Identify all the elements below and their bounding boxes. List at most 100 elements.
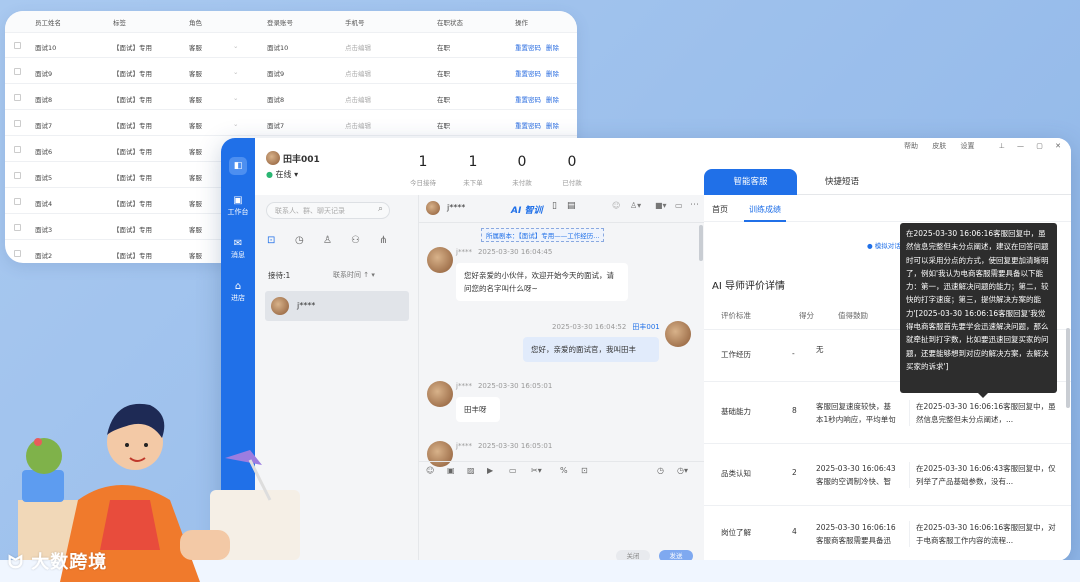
emoji-head-icon[interactable]: ☺	[612, 201, 620, 210]
ai-train-label[interactable]: AI 智训	[511, 203, 542, 216]
row-checkbox[interactable]	[14, 42, 21, 49]
contact-item[interactable]: j****	[265, 291, 409, 321]
rail-item-store[interactable]: ⌂ 进店	[221, 281, 255, 303]
employee-name: 面试2	[35, 252, 53, 260]
org-filter-icon[interactable]: ⋔	[379, 235, 387, 246]
employee-phone[interactable]: 点击编辑	[345, 68, 371, 78]
row-checkbox[interactable]	[14, 68, 21, 75]
row-checkbox[interactable]	[14, 198, 21, 205]
delete-link[interactable]: 删除	[546, 94, 559, 104]
video-send-icon[interactable]: ▶	[487, 466, 493, 475]
eye-left	[125, 443, 129, 447]
reset-password-link[interactable]: 重置密码	[515, 68, 541, 78]
employee-tag: 【面试】专用	[113, 122, 152, 130]
eval-comment[interactable]: 在2025-03-30 16:06:16客服回复中，对于电商客服工作内容的流程.…	[909, 521, 1059, 547]
message-time: 2025-03-30 16:05:01	[477, 382, 553, 390]
employee-tag: 【面试】专用	[113, 148, 152, 156]
app-logo-icon[interactable]: ◧	[229, 157, 247, 175]
message-avatar	[665, 321, 691, 347]
export-icon[interactable]: ⊡	[581, 466, 588, 475]
row-checkbox[interactable]	[14, 224, 21, 231]
eval-comment[interactable]: 在2025-03-30 16:06:43客服回复中，仅列举了产品基础参数，没有.…	[909, 462, 1059, 488]
eval-praise: 无	[816, 345, 824, 354]
transfer-icon[interactable]: ♙▾	[630, 201, 641, 210]
subtab-home[interactable]: 首页	[712, 204, 728, 215]
history-filter-icon[interactable]: ◷	[295, 235, 304, 246]
message-sender: 田丰001	[632, 323, 660, 331]
employee-tag: 【面试】专用	[113, 70, 152, 78]
employee-account: 面试10	[267, 44, 289, 52]
user-filter-icon[interactable]: ♙	[323, 235, 332, 246]
close-window-icon[interactable]: ✕	[1055, 142, 1061, 150]
emoji-icon[interactable]: ☺	[426, 466, 434, 475]
text-icon[interactable]: ▣	[447, 466, 455, 475]
minimize-icon[interactable]: —	[1017, 142, 1024, 150]
employee-account: 面试7	[267, 122, 285, 130]
search-icon[interactable]: ⌕	[378, 204, 383, 214]
chat-filter-icon[interactable]: ⊡	[267, 235, 275, 246]
section-title: AI 导师评价详情	[712, 281, 785, 292]
rail-item-workbench[interactable]: ▣ 工作台	[221, 195, 255, 217]
sort-dropdown[interactable]: 联系时间 ↑ ▾	[333, 270, 375, 280]
right-scrollbar[interactable]	[1066, 328, 1070, 408]
help-link[interactable]: 帮助	[904, 142, 918, 150]
brand-logo-icon: ᗢ	[8, 552, 24, 573]
employee-tag: 【面试】专用	[113, 226, 152, 234]
row-checkbox[interactable]	[14, 146, 21, 153]
note-icon[interactable]: ▯	[552, 201, 557, 211]
agent-status[interactable]: ● 在线 ▾	[266, 169, 298, 180]
eval-praise: 2025-03-30 16:06:16客服商客服需要具备迅速处	[816, 523, 896, 545]
row-checkbox[interactable]	[14, 250, 21, 257]
rail-item-message[interactable]: ✉ 消息	[221, 238, 255, 260]
row-checkbox[interactable]	[14, 120, 21, 127]
search-input[interactable]: 联系人、群、聊天记录 ⌕	[266, 202, 390, 219]
role-dropdown-icon[interactable]: ⌄	[233, 94, 238, 102]
delete-link[interactable]: 删除	[546, 68, 559, 78]
folder-icon[interactable]: ▭	[509, 466, 517, 475]
row-checkbox[interactable]	[14, 172, 21, 179]
role-dropdown-icon[interactable]: ⌄	[233, 120, 238, 128]
role-dropdown-icon[interactable]: ⌄	[233, 42, 238, 50]
peer-name: j****	[447, 203, 466, 212]
employee-phone[interactable]: 点击编辑	[345, 120, 371, 130]
reset-password-link[interactable]: 重置密码	[515, 42, 541, 52]
employee-phone[interactable]: 点击编辑	[345, 94, 371, 104]
message-sender: j****	[456, 382, 472, 390]
group-filter-icon[interactable]: ⚇	[351, 235, 360, 246]
call-icon[interactable]: ▭	[675, 201, 683, 210]
row-checkbox[interactable]	[14, 94, 21, 101]
schedule-icon[interactable]: ◷▾	[677, 466, 688, 475]
more-icon[interactable]: ⋯	[690, 200, 699, 210]
chat-scrollbar[interactable]	[699, 225, 703, 261]
role-dropdown-icon[interactable]: ⌄	[233, 68, 238, 76]
video-icon[interactable]: ■▾	[655, 201, 667, 210]
clock-icon[interactable]: ◷	[657, 466, 664, 475]
skin-link[interactable]: 皮肤	[932, 142, 946, 150]
reset-password-link[interactable]: 重置密码	[515, 120, 541, 130]
eval-comment[interactable]: 在2025-03-30 16:06:16客服回复中，虽然信息完整但未分点阐述，.…	[909, 400, 1059, 426]
employee-status: 在职	[437, 70, 450, 78]
pin-icon[interactable]: ⊥	[999, 142, 1005, 150]
tab-smart-service[interactable]: 智能客服	[704, 169, 797, 195]
scissors-icon[interactable]: ✂▾	[531, 466, 542, 475]
tab-quick-phrases[interactable]: 快捷短语	[797, 169, 887, 195]
message-time: 2025-03-30 16:04:52	[552, 323, 627, 331]
settings-link[interactable]: 设置	[960, 142, 974, 150]
cactus-flower	[34, 438, 42, 446]
employee-phone[interactable]: 点击编辑	[345, 42, 371, 52]
window-menu: 帮助 皮肤 设置 ⊥ — ▢ ✕	[904, 141, 1061, 151]
maximize-icon[interactable]: ▢	[1036, 142, 1043, 150]
delete-link[interactable]: 删除	[546, 120, 559, 130]
image-icon[interactable]: ▨	[467, 466, 475, 475]
message-time: 2025-03-30 16:04:45	[477, 248, 553, 256]
delete-link[interactable]: 删除	[546, 42, 559, 52]
reset-password-link[interactable]: 重置密码	[515, 94, 541, 104]
subtab-training[interactable]: 训练成绩	[749, 204, 781, 215]
subtab-underline	[744, 220, 786, 222]
employee-role: 客服	[189, 226, 202, 234]
workbench-icon: ▣	[233, 195, 243, 206]
employee-account: 面试9	[267, 70, 285, 78]
percent-icon[interactable]: %	[560, 466, 568, 475]
eval-row: 岗位了解 4 2025-03-30 16:06:16客服商客服需要具备迅速处在202…	[704, 506, 1071, 561]
doc-icon[interactable]: ▤	[567, 201, 576, 211]
